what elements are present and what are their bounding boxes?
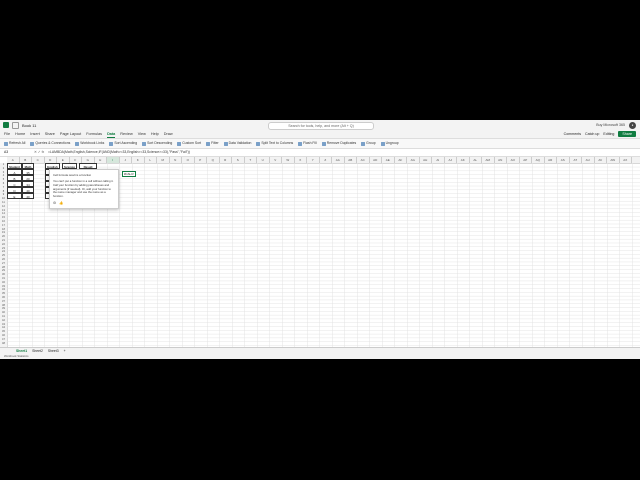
ribbon-label: Sort Ascending	[114, 141, 138, 145]
ribbon-data-validation[interactable]: Data Validation	[223, 140, 252, 147]
tooltip-title: Cell formula result is a function	[53, 173, 92, 177]
ribbon-sort-descending[interactable]: Sort Descending	[142, 140, 172, 147]
ribbon-flash-fill[interactable]: Flash Fill	[298, 140, 317, 147]
worksheet-grid: A B C D E F G H I J K L M N O P Q R S T U V W X Y Z AA AB AC AD AE AF AG…	[0, 157, 640, 347]
ribbon-command-icon	[30, 141, 35, 146]
title-right: Buy Microsoft 365 ●	[596, 121, 636, 129]
catchup-button[interactable]: Catch up	[585, 131, 599, 137]
ribbon-command-icon	[177, 141, 182, 146]
ribbon-label: Split Text to Columns	[261, 141, 294, 145]
thumbs-up-icon[interactable]: 👍	[59, 201, 63, 205]
table-cell[interactable]: E	[7, 193, 22, 199]
tab-home[interactable]: Home	[15, 131, 25, 138]
comments-button[interactable]: Comments	[564, 131, 581, 137]
title-left: Book 11	[3, 121, 36, 129]
selected-cell[interactable]: #CALC!	[122, 171, 136, 177]
file-name[interactable]: Book 11	[22, 123, 36, 128]
ribbon-sort-ascending[interactable]: Sort Ascending	[109, 140, 137, 147]
formula-input[interactable]: =LAMBDA(Math,English,Science,IF(AND(Math…	[48, 149, 190, 156]
name-box[interactable]: A3	[4, 149, 30, 156]
ribbon-label: Workbook Links	[80, 141, 105, 145]
buy-link[interactable]: Buy Microsoft 365	[596, 123, 625, 127]
menu-bar: File Home Insert Share Page Layout Formulas Da…	[0, 130, 640, 139]
formula-controls[interactable]: ✕ ✓ fx	[34, 149, 44, 156]
ribbon-command-icon	[321, 141, 326, 146]
ribbon-command-icon	[256, 141, 261, 146]
tab-view[interactable]: View	[138, 131, 146, 138]
ribbon-command-icon	[206, 141, 211, 146]
tab-draw[interactable]: Draw	[164, 131, 173, 138]
ribbon-group[interactable]: Group	[361, 140, 376, 147]
avatar[interactable]: ●	[629, 121, 636, 129]
status-bar: Workbook Statistics	[0, 354, 640, 359]
excel-logo-icon	[3, 122, 9, 128]
tab-formulas[interactable]: Formulas	[86, 131, 102, 138]
share-button[interactable]: Share	[618, 131, 636, 137]
ribbon-label: Custom Sort	[182, 141, 202, 145]
ribbon-label: Sort Descending	[147, 141, 173, 145]
editing-dropdown[interactable]: Editing	[603, 131, 614, 137]
excel-window: Book 11 Search for tools, help, and more…	[0, 120, 640, 359]
ribbon-split-text-to-columns[interactable]: Split Text to Columns	[256, 140, 293, 147]
ribbon-workbook-links[interactable]: Workbook Links	[75, 140, 104, 147]
ribbon-refresh-all[interactable]: Refresh All	[4, 140, 25, 147]
ribbon-command-icon	[298, 141, 303, 146]
ribbon-custom-sort[interactable]: Custom Sort	[177, 140, 201, 147]
tab-page-layout[interactable]: Page Layout	[60, 131, 81, 138]
ribbon-command-icon	[361, 141, 366, 146]
ribbon-command-icon	[4, 141, 8, 146]
ribbon-label: Ungroup	[385, 141, 399, 145]
data-ribbon: Refresh All Queries & Connections Workbook…	[0, 139, 640, 149]
ribbon-remove-duplicates[interactable]: Remove Duplicates	[321, 140, 357, 147]
ribbon-ungroup[interactable]: Ungroup	[380, 140, 399, 147]
ribbon-command-icon	[109, 141, 114, 146]
title-bar: Book 11 Search for tools, help, and more…	[0, 120, 640, 130]
ribbon-label: Flash Fill	[303, 141, 317, 145]
ribbon-label: Filter	[211, 141, 219, 145]
autosave-icon[interactable]	[12, 121, 19, 129]
ribbon-label: Queries & Connections	[35, 141, 71, 145]
table-cell[interactable]: 40	[22, 193, 34, 199]
tooltip-body: You can't put a function in a cell witho…	[53, 179, 114, 199]
ribbon-command-icon	[142, 141, 147, 146]
ribbon-label: Group	[366, 141, 376, 145]
tab-help[interactable]: Help	[151, 131, 159, 138]
cell-area[interactable]: Student NameMathEnglishScienceResultA35B…	[7, 163, 640, 347]
menu-tabs: File Home Insert Share Page Layout Formulas Da…	[4, 131, 173, 138]
status-text: Workbook Statistics	[4, 354, 29, 358]
ribbon-queries-connections[interactable]: Queries & Connections	[30, 140, 70, 147]
settings-icon[interactable]: ⚙	[53, 201, 56, 205]
ribbon-label: Refresh All	[9, 141, 26, 145]
ribbon-command-icon	[380, 141, 385, 146]
ribbon-label: Data Validation	[228, 141, 252, 145]
tab-insert[interactable]: Insert	[30, 131, 40, 138]
ribbon-command-icon	[223, 141, 228, 146]
tab-file[interactable]: File	[4, 131, 10, 138]
tab-review[interactable]: Review	[120, 131, 132, 138]
ribbon-filter[interactable]: Filter	[206, 140, 219, 147]
menu-right: Comments Catch up Editing Share	[564, 131, 636, 137]
ribbon-commands: Refresh All Queries & Connections Workbook…	[4, 140, 399, 147]
ribbon-command-icon	[75, 141, 80, 146]
formula-bar: A3 ✕ ✓ fx =LAMBDA(Math,English,Science,I…	[0, 149, 640, 157]
tooltip-actions: ⚙ 👍	[53, 201, 63, 205]
tab-data[interactable]: Data	[107, 131, 116, 138]
tab-share[interactable]: Share	[45, 131, 55, 138]
row-header[interactable]: 48	[0, 342, 7, 346]
error-tooltip: Cell formula result is a function You ca…	[49, 169, 119, 209]
ribbon-label: Remove Duplicates	[326, 141, 357, 145]
search-input[interactable]: Search for tools, help, and more (Alt + …	[268, 122, 374, 130]
